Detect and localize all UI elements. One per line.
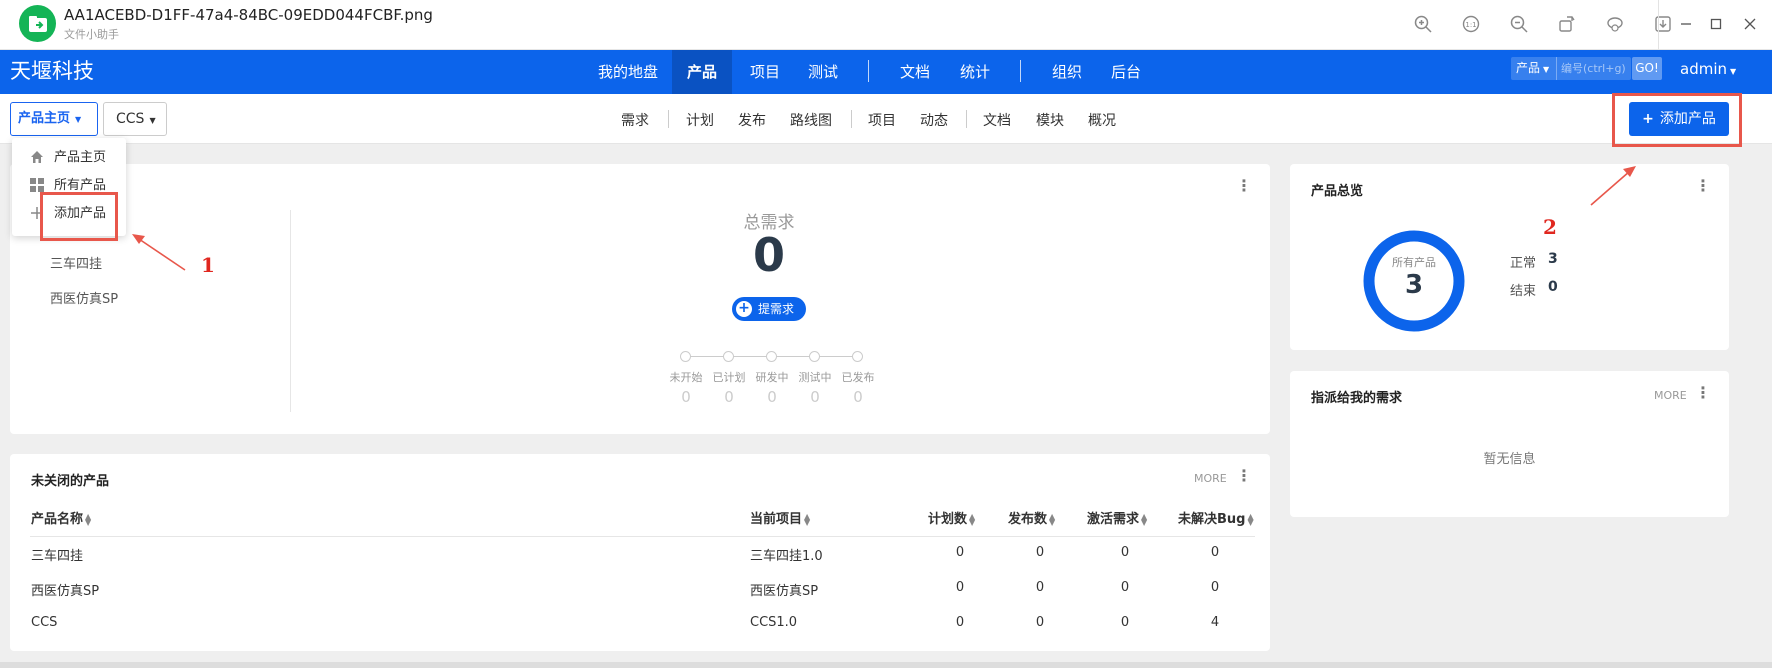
annotation-arrow-2 — [1590, 170, 1631, 206]
annotation-arrow-1 — [135, 236, 186, 271]
bottom-scrollbar[interactable] — [0, 662, 1772, 668]
annotation-number-2: 2 — [1543, 215, 1557, 239]
annotation-number-1: 1 — [201, 253, 215, 277]
annotation-arrows — [132, 166, 1636, 271]
